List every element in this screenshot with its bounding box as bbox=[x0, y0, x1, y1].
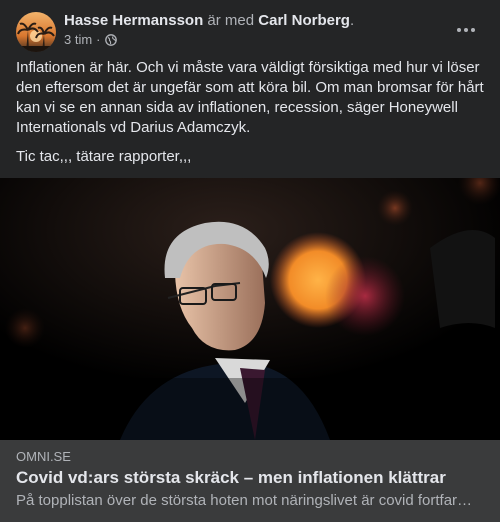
more-horizontal-icon-dot bbox=[457, 28, 461, 32]
avatar-photo bbox=[16, 12, 56, 52]
post-text: Inflationen är här. Och vi måste vara vä… bbox=[16, 58, 486, 167]
link-preview-card[interactable]: OMNI.SE Covid vd:ars största skräck – me… bbox=[0, 440, 500, 522]
more-horizontal-icon-dot bbox=[471, 28, 475, 32]
post-paragraph: Tic tac,,, tätare rapporter,,, bbox=[16, 148, 192, 165]
tagged-person[interactable]: Carl Norberg bbox=[258, 12, 350, 29]
post-header: Hasse Hermansson är med Carl Norberg. 3 … bbox=[0, 0, 500, 58]
more-options-button[interactable] bbox=[448, 18, 484, 42]
link-description: På topplistan över de största hoten mot … bbox=[16, 492, 473, 509]
globe-icon[interactable] bbox=[104, 34, 117, 46]
more-horizontal-icon-dot bbox=[464, 28, 468, 32]
press-photo bbox=[0, 178, 500, 440]
author-line-period: . bbox=[349, 12, 355, 29]
meta-separator: · bbox=[96, 32, 101, 47]
with-text: är med bbox=[207, 12, 255, 29]
author-avatar[interactable] bbox=[16, 12, 56, 52]
post-timestamp[interactable]: 3 tim bbox=[64, 32, 92, 48]
post-meta: 3 tim · bbox=[64, 32, 117, 48]
link-domain: OMNI.SE bbox=[16, 449, 71, 464]
link-preview-image[interactable] bbox=[0, 178, 500, 440]
post-paragraph: Inflationen är här. Och vi måste vara vä… bbox=[16, 59, 484, 136]
author-name[interactable]: Hasse Hermansson bbox=[64, 12, 203, 29]
link-title[interactable]: Covid vd:ars största skräck – men inflat… bbox=[16, 467, 486, 489]
author-line: Hasse Hermansson är med Carl Norberg. bbox=[64, 11, 354, 31]
